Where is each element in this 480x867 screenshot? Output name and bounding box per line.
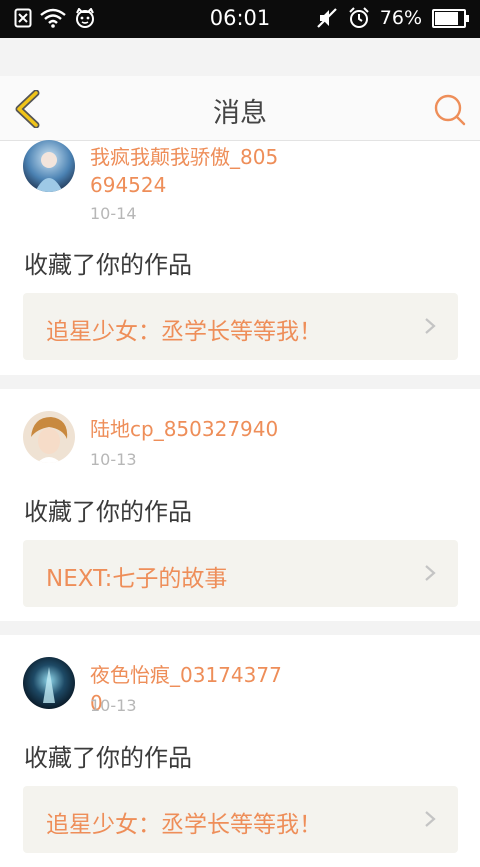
message-date: 10-13 [90,450,137,469]
work-link[interactable]: 追星少女：丞学长等等我！ [23,786,458,853]
alarm-icon [349,7,369,28]
avatar[interactable] [23,140,75,192]
chevron-right-icon [425,318,436,334]
message-date: 10-13 [90,696,137,715]
message-date: 10-14 [90,204,137,223]
action-text: 收藏了你的作品 [24,251,192,279]
battery-icon [432,8,469,28]
page-title: 消息 [213,98,267,129]
work-title: 追星少女：丞学长等等我！ [46,319,322,345]
list-item: 夜色怡痕_031743770 10-13 收藏了你的作品 追星少女：丞学长等等我… [0,635,480,867]
avatar[interactable] [23,411,75,463]
work-link[interactable]: NEXT:七子的故事 [23,540,458,607]
list-item: 我疯我颠我骄傲_805694524 10-14 收藏了你的作品 追星少女：丞学长… [0,140,480,375]
app-header: 消息 [0,76,480,141]
search-button[interactable] [434,94,466,126]
status-right-icons: 76% [316,7,469,29]
action-text: 收藏了你的作品 [24,744,192,772]
chevron-right-icon [425,565,436,581]
status-bar: 06:01 76% [0,0,480,38]
avatar[interactable] [23,657,75,709]
list-item: 陆地cp_850327940 10-13 收藏了你的作品 NEXT:七子的故事 [0,389,480,621]
work-title: 追星少女：丞学长等等我！ [46,812,322,838]
username[interactable]: 陆地cp_850327940 [90,415,290,443]
work-title: NEXT:七子的故事 [46,566,228,592]
battery-percent: 76% [379,7,422,29]
chevron-right-icon [425,811,436,827]
action-text: 收藏了你的作品 [24,498,192,526]
mute-icon [316,8,337,28]
username[interactable]: 我疯我颠我骄傲_805694524 [90,143,290,199]
message-list: 我疯我颠我骄傲_805694524 10-14 收藏了你的作品 追星少女：丞学长… [0,140,480,867]
work-link[interactable]: 追星少女：丞学长等等我！ [23,293,458,360]
